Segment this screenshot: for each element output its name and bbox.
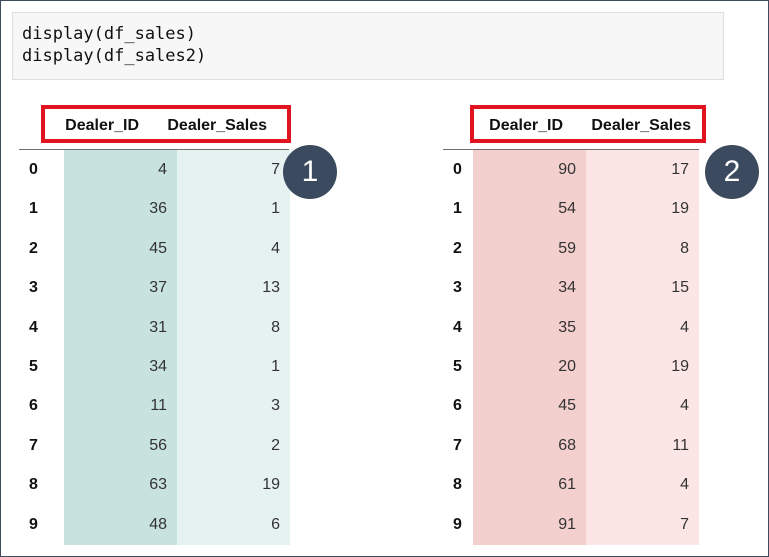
cell-dealer-id: 59 (473, 228, 586, 269)
cell-dealer-sales: 4 (586, 307, 699, 348)
row-index: 4 (453, 318, 462, 336)
cell-dealer-id: 91 (473, 504, 586, 545)
row-index: 3 (29, 279, 38, 297)
row-index: 1 (29, 200, 38, 218)
cell-dealer-id: 54 (473, 189, 586, 230)
row-index: 7 (453, 436, 462, 454)
table-row: 1 36 1 (19, 189, 290, 230)
code-cell[interactable]: display(df_sales) display(df_sales2) (12, 12, 724, 80)
cell-dealer-id: 56 (64, 425, 177, 466)
cell-dealer-id: 37 (64, 268, 177, 309)
table-row: 3 34 15 (443, 268, 699, 309)
cell-dealer-sales: 19 (586, 189, 699, 230)
row-index: 8 (453, 476, 462, 494)
cell-dealer-id: 68 (473, 425, 586, 466)
cell-dealer-sales: 4 (586, 386, 699, 427)
cell-dealer-id: 63 (64, 465, 177, 506)
dataframe-df-sales: Dealer_ID Dealer_Sales 0 4 7 1 36 1 2 45 4 3 37 13 4… (19, 105, 337, 545)
cell-dealer-sales: 1 (177, 189, 290, 230)
row-index: 0 (29, 161, 38, 178)
cell-dealer-sales: 17 (586, 150, 699, 190)
cell-dealer-id: 34 (473, 268, 586, 309)
cell-dealer-id: 36 (64, 189, 177, 230)
cell-dealer-sales: 19 (177, 465, 290, 506)
table-row: 5 20 19 (443, 347, 699, 387)
column-header-dealer-sales: Dealer_Sales (591, 117, 691, 134)
dataframe-df-sales2: Dealer_ID Dealer_Sales 0 90 17 1 54 19 2 59 8 3 34… (443, 105, 763, 545)
row-index: 1 (453, 200, 462, 218)
row-index: 3 (453, 279, 462, 297)
cell-dealer-id: 20 (473, 347, 586, 387)
column-header-dealer-id: Dealer_ID (489, 117, 563, 134)
row-index: 6 (29, 397, 38, 415)
table-row: 4 31 8 (19, 307, 290, 348)
cell-dealer-id: 45 (64, 228, 177, 269)
row-index: 9 (29, 515, 38, 533)
row-index: 5 (29, 358, 38, 375)
code-line: display(df_sales) (22, 24, 196, 44)
table-row: 3 37 13 (19, 268, 290, 309)
table-row: 2 45 4 (19, 228, 290, 269)
row-index: 2 (453, 239, 462, 257)
column-header-dealer-id: Dealer_ID (65, 117, 139, 134)
cell-dealer-sales: 11 (586, 425, 699, 466)
callout-badge-1: 1 (283, 145, 337, 199)
cell-dealer-id: 4 (64, 150, 177, 190)
cell-dealer-sales: 2 (177, 425, 290, 466)
cell-dealer-id: 31 (64, 307, 177, 348)
table-row: 5 34 1 (19, 347, 290, 387)
cell-dealer-sales: 8 (586, 228, 699, 269)
row-index: 6 (453, 397, 462, 415)
column-header-dealer-sales: Dealer_Sales (167, 117, 267, 134)
cell-dealer-sales: 8 (177, 307, 290, 348)
row-index: 7 (29, 436, 38, 454)
row-index: 4 (29, 318, 38, 336)
cell-dealer-sales: 3 (177, 386, 290, 427)
table-row: 0 47 (19, 150, 290, 190)
row-index: 8 (29, 476, 38, 494)
table-row: 8 61 4 (443, 465, 699, 506)
table-row: 6 11 3 (19, 386, 290, 427)
screenshot-frame: display(df_sales) display(df_sales2) Dea… (0, 0, 769, 557)
cell-dealer-id: 61 (473, 465, 586, 506)
row-index: 0 (453, 161, 462, 178)
table-row: 1 54 19 (443, 189, 699, 230)
cell-dealer-id: 45 (473, 386, 586, 427)
table-row: 9 48 6 (19, 504, 290, 545)
cell-dealer-sales: 15 (586, 268, 699, 309)
row-index: 9 (453, 515, 462, 533)
row-index: 2 (29, 239, 38, 257)
table-row: 2 59 8 (443, 228, 699, 269)
cell-dealer-sales: 7 (177, 150, 290, 190)
table-row: 4 35 4 (443, 307, 699, 348)
table-row: 9 91 7 (443, 504, 699, 545)
cell-dealer-sales: 4 (177, 228, 290, 269)
cell-dealer-sales: 6 (177, 504, 290, 545)
callout-badge-2: 2 (705, 145, 759, 199)
table-row: 7 68 11 (443, 425, 699, 466)
table-row: 8 63 19 (19, 465, 290, 506)
cell-dealer-id: 90 (473, 150, 586, 190)
table-row: 0 90 17 (443, 150, 699, 190)
cell-dealer-sales: 19 (586, 347, 699, 387)
cell-dealer-id: 11 (64, 386, 177, 427)
cell-dealer-sales: 1 (177, 347, 290, 387)
table-row: 7 56 2 (19, 425, 290, 466)
cell-dealer-id: 35 (473, 307, 586, 348)
row-index: 5 (453, 358, 462, 375)
cell-dealer-id: 34 (64, 347, 177, 387)
cell-dealer-sales: 4 (586, 465, 699, 506)
cell-dealer-sales: 13 (177, 268, 290, 309)
cell-dealer-id: 48 (64, 504, 177, 545)
table-row: 6 45 4 (443, 386, 699, 427)
code-line: display(df_sales2) (22, 46, 207, 66)
cell-dealer-sales: 7 (586, 504, 699, 545)
